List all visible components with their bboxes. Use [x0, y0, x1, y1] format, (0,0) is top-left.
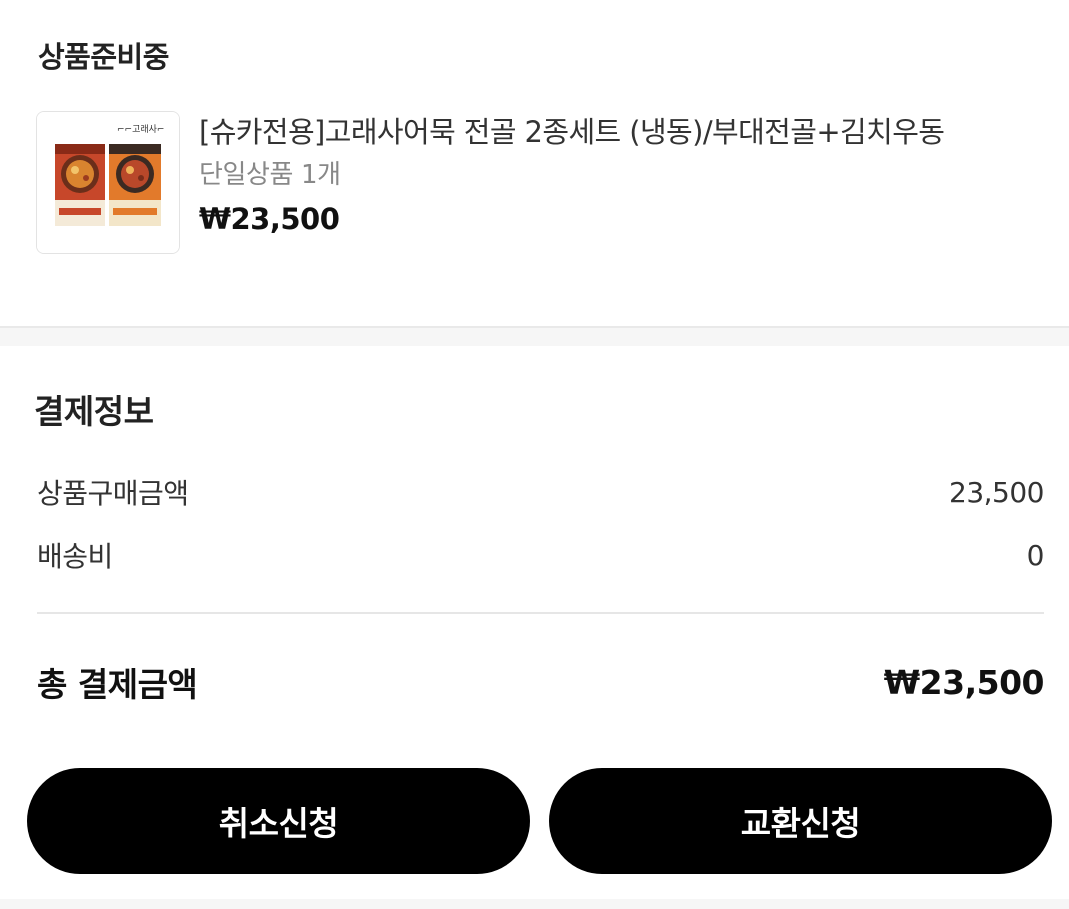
exchange-request-button[interactable]: 교환신청	[549, 768, 1052, 874]
product-image[interactable]: ⌐⌐고래사⌐	[36, 111, 180, 254]
payment-row-product-amount: 상품구매금액 23,500	[37, 472, 1044, 512]
cancel-request-button[interactable]: 취소신청	[27, 768, 530, 874]
payment-info-title: 결제정보	[34, 392, 154, 431]
product-name[interactable]: [슈카전용]고래사어묵 전골 2종세트 (냉동)/부대전골+김치우동	[199, 112, 1059, 152]
total-payment-value: ₩23,500	[883, 662, 1045, 702]
payment-row-value: 23,500	[949, 475, 1044, 509]
product-info: [슈카전용]고래사어묵 전골 2종세트 (냉동)/부대전골+김치우동 단일상품 …	[199, 112, 1059, 238]
order-status-title: 상품준비중	[38, 40, 169, 74]
bottom-strip	[0, 899, 1069, 909]
payment-row-shipping-fee: 배송비 0	[37, 535, 1045, 575]
payment-divider	[37, 612, 1044, 614]
section-divider	[0, 326, 1069, 346]
product-pack-illustration: ⌐⌐고래사⌐	[37, 112, 179, 253]
payment-row-value: 0	[1026, 538, 1045, 572]
svg-text:⌐⌐고래사⌐: ⌐⌐고래사⌐	[117, 124, 164, 135]
order-detail-page: 상품준비중 ⌐⌐고래사⌐ [슈카전용]고래사어묵 전골 2종세트 (냉동)/부대…	[0, 0, 1069, 909]
total-payment-row: 총 결제금액 ₩23,500	[37, 658, 1045, 706]
payment-row-label: 배송비	[37, 540, 113, 573]
order-product-section: 상품준비중 ⌐⌐고래사⌐ [슈카전용]고래사어묵 전골 2종세트 (냉동)/부대…	[0, 0, 1069, 326]
payment-row-label: 상품구매금액	[37, 477, 189, 510]
product-price: ₩23,500	[199, 202, 340, 236]
product-option: 단일상품 1개	[199, 160, 341, 190]
total-payment-label: 총 결제금액	[37, 665, 198, 704]
